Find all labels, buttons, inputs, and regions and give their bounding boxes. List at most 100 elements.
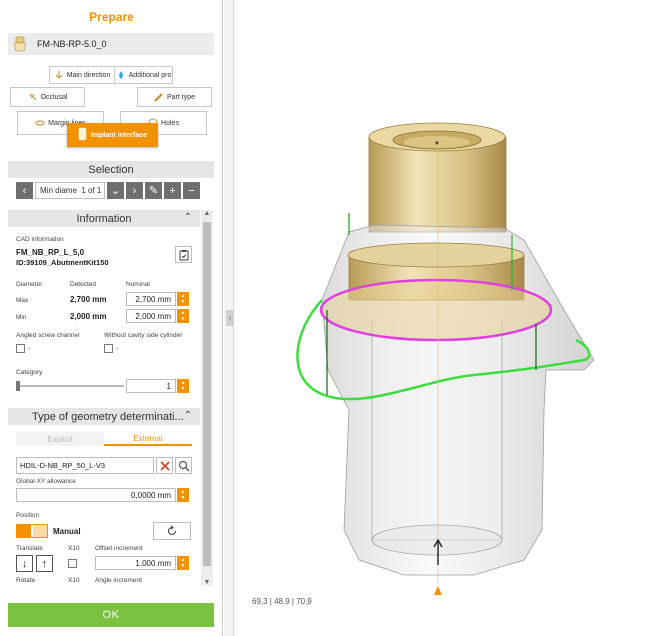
case-row[interactable]: FM-NB-RP-5.0_0 xyxy=(8,33,214,55)
occlusal-label: Occlusal xyxy=(40,93,68,101)
implant-icon xyxy=(78,127,87,143)
geometry-header[interactable]: Type of geometry determinati... ⌃ xyxy=(8,408,200,425)
collapse-chevron-icon[interactable]: ⌃ xyxy=(184,212,192,223)
inner-cylinder xyxy=(371,320,503,541)
cursor-coordinates: 69,3 | 48,9 | 70,9 xyxy=(252,597,312,606)
direction-icon xyxy=(54,70,64,80)
main-direction-label: Main direction xyxy=(66,71,111,79)
margin-line xyxy=(319,278,553,342)
xy-allowance-input[interactable]: 0,0000 mm xyxy=(16,488,176,502)
geometry-title: Type of geometry determinati... xyxy=(32,410,184,423)
additional-label: Additional pro xyxy=(128,71,172,79)
holes-label: Holes xyxy=(161,119,179,127)
angled-screw-checkbox[interactable] xyxy=(16,344,25,353)
part-type-button[interactable]: Part type xyxy=(137,87,212,107)
xy-allowance-label: Global XY allowance xyxy=(16,478,76,485)
search-icon[interactable] xyxy=(175,457,192,474)
additional-button[interactable]: Additional pro xyxy=(115,66,173,84)
margin-icon xyxy=(35,118,45,128)
prev-icon[interactable]: ‹ xyxy=(16,182,33,199)
tooth-icon xyxy=(28,92,38,102)
x10-checkbox[interactable] xyxy=(68,559,77,568)
library-input[interactable]: HDIL-D-NB_RP_50_L-V3 xyxy=(16,457,154,474)
position-label: Position xyxy=(16,512,40,519)
x10-label: X10 xyxy=(68,545,80,552)
selection-title: Selection xyxy=(88,163,134,176)
selection-filter-label: Min diame xyxy=(40,186,77,195)
scroll-thumb[interactable] xyxy=(203,222,211,566)
min-label: Min xyxy=(16,314,27,321)
max-label: Max xyxy=(16,297,29,304)
scroll-up-icon[interactable]: ▲ xyxy=(201,210,213,217)
angle-increment-label: Angle increment xyxy=(95,577,142,584)
manual-toggle[interactable] xyxy=(16,524,48,538)
cavity-label: Without cavity side cylinder xyxy=(104,332,183,339)
min-spinner-icon[interactable]: ▲ ▼ xyxy=(177,309,189,323)
min-detected-value: 2,000 mm xyxy=(70,312,107,321)
insertion-marker-icon xyxy=(434,586,442,595)
droplet-icon xyxy=(116,70,126,80)
abutment-icon xyxy=(11,35,29,53)
rotate-label: Rotate xyxy=(16,577,36,584)
position-mode-label: Manual xyxy=(53,527,81,536)
reset-icon[interactable] xyxy=(153,522,191,540)
next-icon[interactable]: › xyxy=(126,182,143,199)
category-label: Category xyxy=(16,369,43,376)
arrow-down-icon[interactable]: ↓ xyxy=(16,555,33,572)
ok-button[interactable]: OK xyxy=(8,603,214,627)
selection-toolbar: ‹ Min diame 1 of 1 ⌄ › ✎ + − xyxy=(16,182,200,199)
angled-screw-label: Angled screw channel xyxy=(16,332,80,339)
max-detected-value: 2,700 mm xyxy=(70,295,107,304)
cad-info-line1: FM_NB_RP_L_5,0 xyxy=(16,248,85,257)
translate-label: Translate xyxy=(16,545,43,552)
cavity-checkbox[interactable] xyxy=(104,344,113,353)
implant-interface-label: Implant interface xyxy=(90,131,147,139)
x10-label-2: X10 xyxy=(68,577,80,584)
collapse-panel-icon[interactable]: ‹ xyxy=(226,310,234,326)
add-icon[interactable]: + xyxy=(164,182,181,199)
min-nominal-input[interactable]: 2,000 mm xyxy=(126,309,176,323)
diameter-col-label: Diameter xyxy=(16,281,43,288)
abutment-model xyxy=(296,122,595,595)
case-name: FM-NB-RP-5.0_0 xyxy=(37,39,107,49)
category-slider-track[interactable] xyxy=(16,385,124,387)
remove-icon[interactable]: − xyxy=(183,182,200,199)
category-slider-thumb[interactable] xyxy=(16,381,20,391)
information-title: Information xyxy=(76,212,132,225)
detected-col-label: Detected xyxy=(70,281,97,288)
offset-spinner-icon[interactable]: ▲ ▼ xyxy=(177,556,189,570)
implant-interface-button[interactable]: Implant interface xyxy=(67,123,158,147)
offset-increment-label: Offset increment xyxy=(95,545,143,552)
clipboard-icon[interactable] xyxy=(175,246,192,263)
geometry-collapse-icon[interactable]: ⌃ xyxy=(184,410,192,421)
main-direction-button[interactable]: Main direction xyxy=(49,66,115,84)
pick-icon[interactable]: ✎ xyxy=(145,182,162,199)
cavity-value: - xyxy=(116,345,119,352)
information-header[interactable]: Information ⌃ xyxy=(8,210,200,227)
max-spinner-icon[interactable]: ▲ ▼ xyxy=(177,292,189,306)
tab-explicit[interactable]: Explicit xyxy=(16,432,104,446)
panel-title: Prepare xyxy=(89,10,134,24)
panel-scrollbar[interactable]: ▲ ▼ xyxy=(201,210,213,586)
offset-increment-input[interactable]: 1,000 mm xyxy=(95,556,176,570)
dropdown-chevron-icon[interactable]: ⌄ xyxy=(107,182,124,199)
cad-info-label: CAD information xyxy=(16,236,64,243)
angled-screw-value: - xyxy=(28,345,31,352)
inner-cylinder-bottom xyxy=(371,524,503,556)
category-spinner-icon[interactable]: ▲ ▼ xyxy=(177,379,189,393)
xy-spinner-icon[interactable]: ▲ ▼ xyxy=(177,488,189,502)
scroll-down-icon[interactable]: ▼ xyxy=(201,579,213,586)
nominal-col-label: Nominal xyxy=(126,281,150,288)
close-icon[interactable] xyxy=(156,457,173,474)
3d-viewport[interactable] xyxy=(224,0,651,636)
occlusal-button[interactable]: Occlusal xyxy=(10,87,85,107)
selection-count: 1 of 1 xyxy=(81,186,102,195)
max-nominal-input[interactable]: 2,700 mm xyxy=(126,292,176,306)
tab-external[interactable]: External xyxy=(104,432,192,446)
arrow-up-icon[interactable]: ↑ xyxy=(36,555,53,572)
prepare-panel: Prepare FM-NB-RP-5.0_0 Main direction Ad… xyxy=(0,0,223,636)
cad-info-line2: ID:39109_AbutmentKit150 xyxy=(16,258,109,267)
pencil-icon xyxy=(154,92,164,102)
category-input[interactable]: 1 xyxy=(126,379,176,393)
selection-filter[interactable]: Min diame 1 of 1 xyxy=(35,182,105,199)
